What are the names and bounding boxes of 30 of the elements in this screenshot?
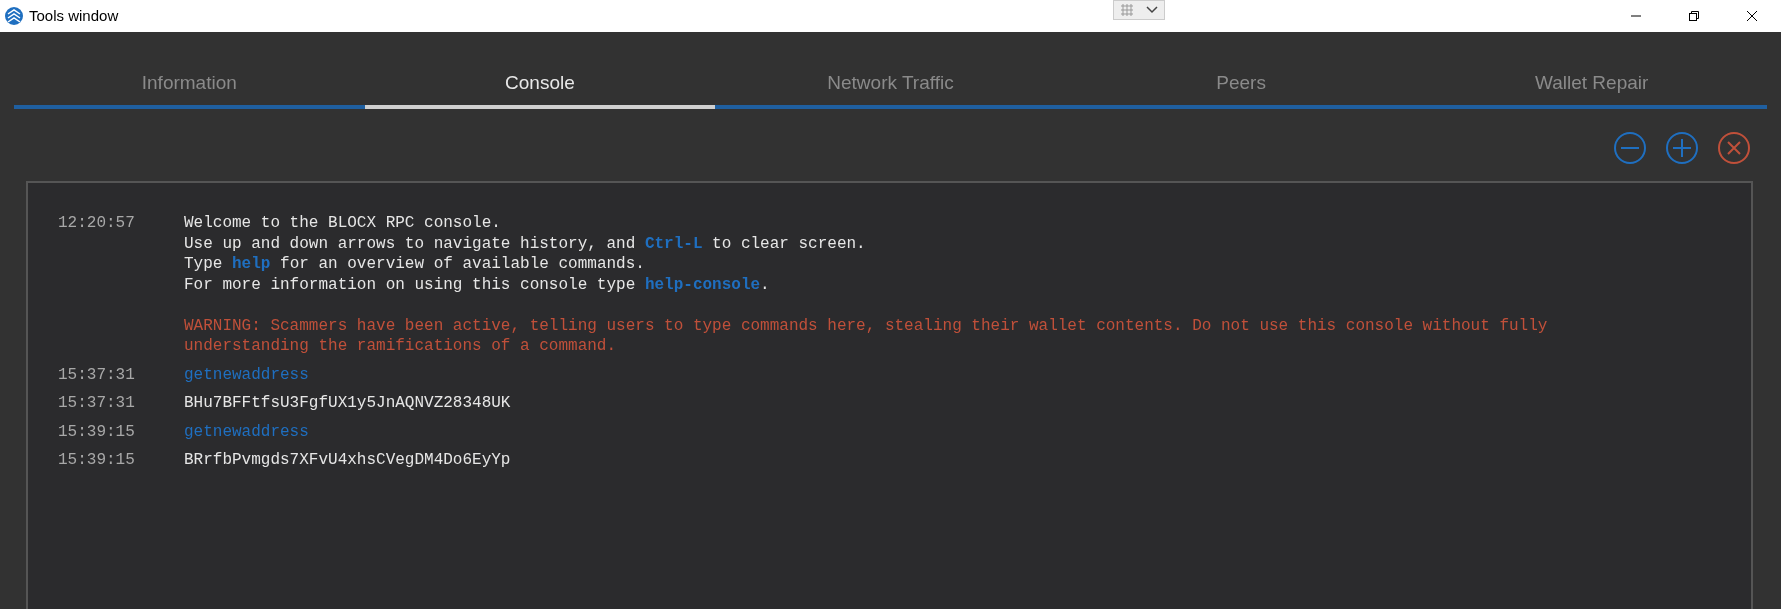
close-icon: [1746, 10, 1758, 22]
restore-icon: [1688, 10, 1700, 22]
command-text: getnewaddress: [184, 421, 309, 442]
snap-toolbar[interactable]: [1113, 0, 1165, 20]
tab[interactable]: Console: [364, 62, 716, 109]
tab[interactable]: Network Traffic: [715, 62, 1066, 109]
tab[interactable]: Wallet Repair: [1416, 62, 1767, 109]
timestamp: 15:37:31: [58, 393, 136, 414]
timestamp: 12:20:57: [58, 213, 136, 234]
timestamp: 15:39:15: [58, 421, 136, 442]
chevron-down-icon: [1145, 6, 1158, 14]
message-text: Welcome to the BLOCX RPC console.: [184, 213, 501, 234]
timestamp: 15:37:31: [58, 364, 136, 385]
clear-console-button[interactable]: [1717, 131, 1751, 165]
zoom-in-button[interactable]: [1665, 131, 1699, 165]
zoom-out-button[interactable]: [1613, 131, 1647, 165]
tab[interactable]: Information: [14, 62, 365, 109]
grid-icon: [1120, 4, 1133, 16]
tab[interactable]: Peers: [1065, 62, 1417, 109]
warning-text: understanding the ramifications of a command.: [184, 336, 617, 357]
command-text: getnewaddress: [184, 364, 309, 385]
window-title: Tools window: [29, 5, 119, 26]
warning-text: WARNING: Scammers have been active, telling users to type commands here, stealing their wallet contents. Do not use this console without fully: [184, 315, 1548, 336]
message-text: For more information on using this console type help-console.: [184, 274, 770, 295]
timestamp: 15:39:15: [58, 450, 136, 471]
app-logo-icon: [4, 6, 24, 26]
result-text: BRrfbPvmgds7XFvU4xhsCVegDM4Do6EyYp: [184, 450, 511, 471]
message-text: Use up and down arrows to navigate history, and Ctrl-L to clear screen.: [184, 233, 866, 254]
result-text: BHu7BFFtfsU3FgfUX1y5JnAQNVZ28348UK: [184, 393, 511, 414]
message-text: Type help for an overview of available commands.: [184, 254, 645, 275]
